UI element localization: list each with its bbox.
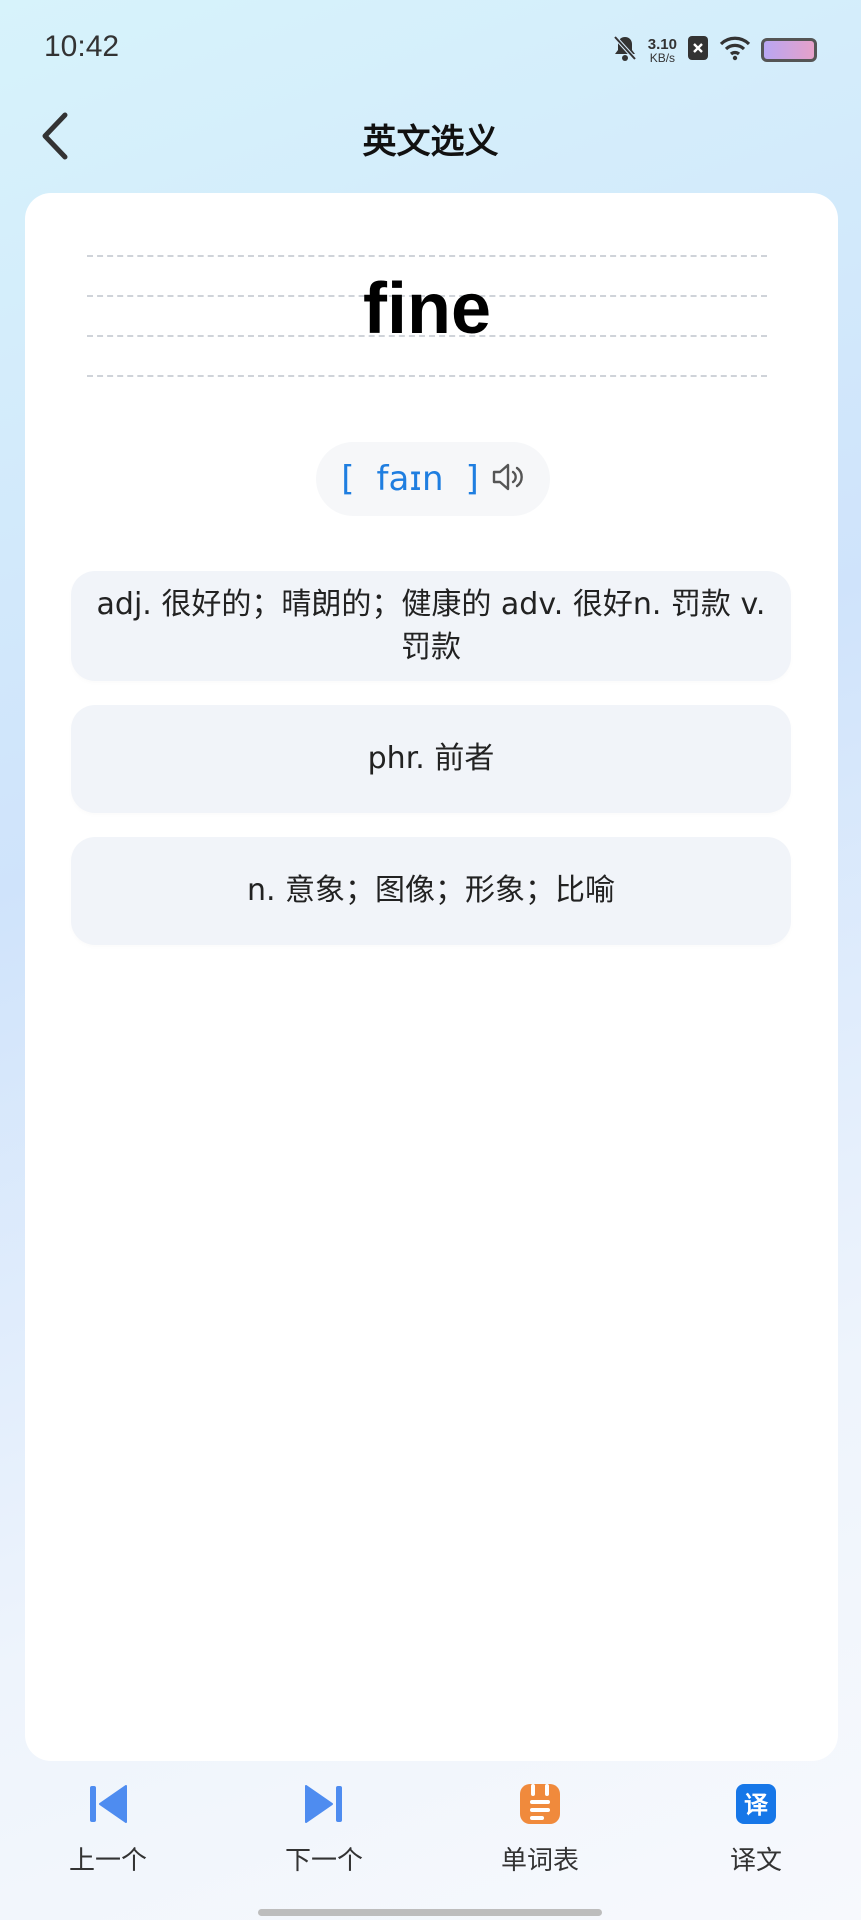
word-list-icon xyxy=(516,1780,564,1828)
status-bar: 10:42 3.10 KB/s xyxy=(0,0,861,100)
phonetic-pill[interactable]: [ faɪn ] xyxy=(316,442,550,516)
battery-icon xyxy=(761,38,817,62)
svg-text:译: 译 xyxy=(744,1791,769,1819)
translate-icon: 译 xyxy=(732,1780,780,1828)
word-text: fine xyxy=(362,269,491,349)
word-area: fine xyxy=(87,255,767,377)
bell-muted-icon xyxy=(612,34,638,66)
phonetic-close-bracket: ] xyxy=(465,459,479,499)
skip-previous-icon xyxy=(84,1780,132,1828)
net-speed: 3.10 KB/s xyxy=(648,37,677,64)
phonetic-open-bracket: [ xyxy=(341,459,355,499)
nav-next[interactable]: 下一个 xyxy=(254,1780,394,1877)
speaker-icon[interactable] xyxy=(491,462,525,496)
nav-translate[interactable]: 译 译文 xyxy=(686,1780,826,1877)
status-icons: 3.10 KB/s xyxy=(612,32,817,68)
skip-next-icon xyxy=(300,1780,348,1828)
options-list: adj. 很好的；晴朗的；健康的 adv. 很好n. 罚款 v. 罚款 phr.… xyxy=(71,571,791,969)
option-3[interactable]: n. 意象；图像；形象；比喻 xyxy=(71,837,791,945)
home-indicator[interactable] xyxy=(258,1909,602,1916)
guide-line xyxy=(87,375,767,377)
word-card: fine [ faɪn ] adj. 很好的；晴朗的；健康的 adv. 很好n.… xyxy=(25,193,838,1761)
bottom-nav: 上一个 下一个 单词表 译 译文 xyxy=(0,1780,861,1890)
nav-previous[interactable]: 上一个 xyxy=(38,1780,178,1877)
net-speed-unit: KB/s xyxy=(649,50,676,65)
nav-translate-label: 译文 xyxy=(729,1846,782,1876)
guide-line xyxy=(87,255,767,257)
status-time: 10:42 xyxy=(44,30,120,63)
nav-previous-label: 上一个 xyxy=(68,1846,147,1876)
wifi-icon xyxy=(719,35,751,65)
nav-word-list[interactable]: 单词表 xyxy=(470,1780,610,1877)
nav-word-list-label: 单词表 xyxy=(500,1846,579,1876)
phonetic-text: faɪn xyxy=(376,459,444,499)
sim-off-icon xyxy=(687,35,709,65)
nav-next-label: 下一个 xyxy=(284,1846,363,1876)
option-text: phr. 前者 xyxy=(367,741,495,777)
option-text: n. 意象；图像；形象；比喻 xyxy=(246,873,616,909)
net-speed-value: 3.10 xyxy=(647,35,677,53)
option-text: adj. 很好的；晴朗的；健康的 adv. 很好n. 罚款 v. 罚款 xyxy=(96,586,766,666)
page-title: 英文选义 xyxy=(362,122,499,162)
option-1[interactable]: adj. 很好的；晴朗的；健康的 adv. 很好n. 罚款 v. 罚款 xyxy=(71,571,791,681)
option-2[interactable]: phr. 前者 xyxy=(71,705,791,813)
